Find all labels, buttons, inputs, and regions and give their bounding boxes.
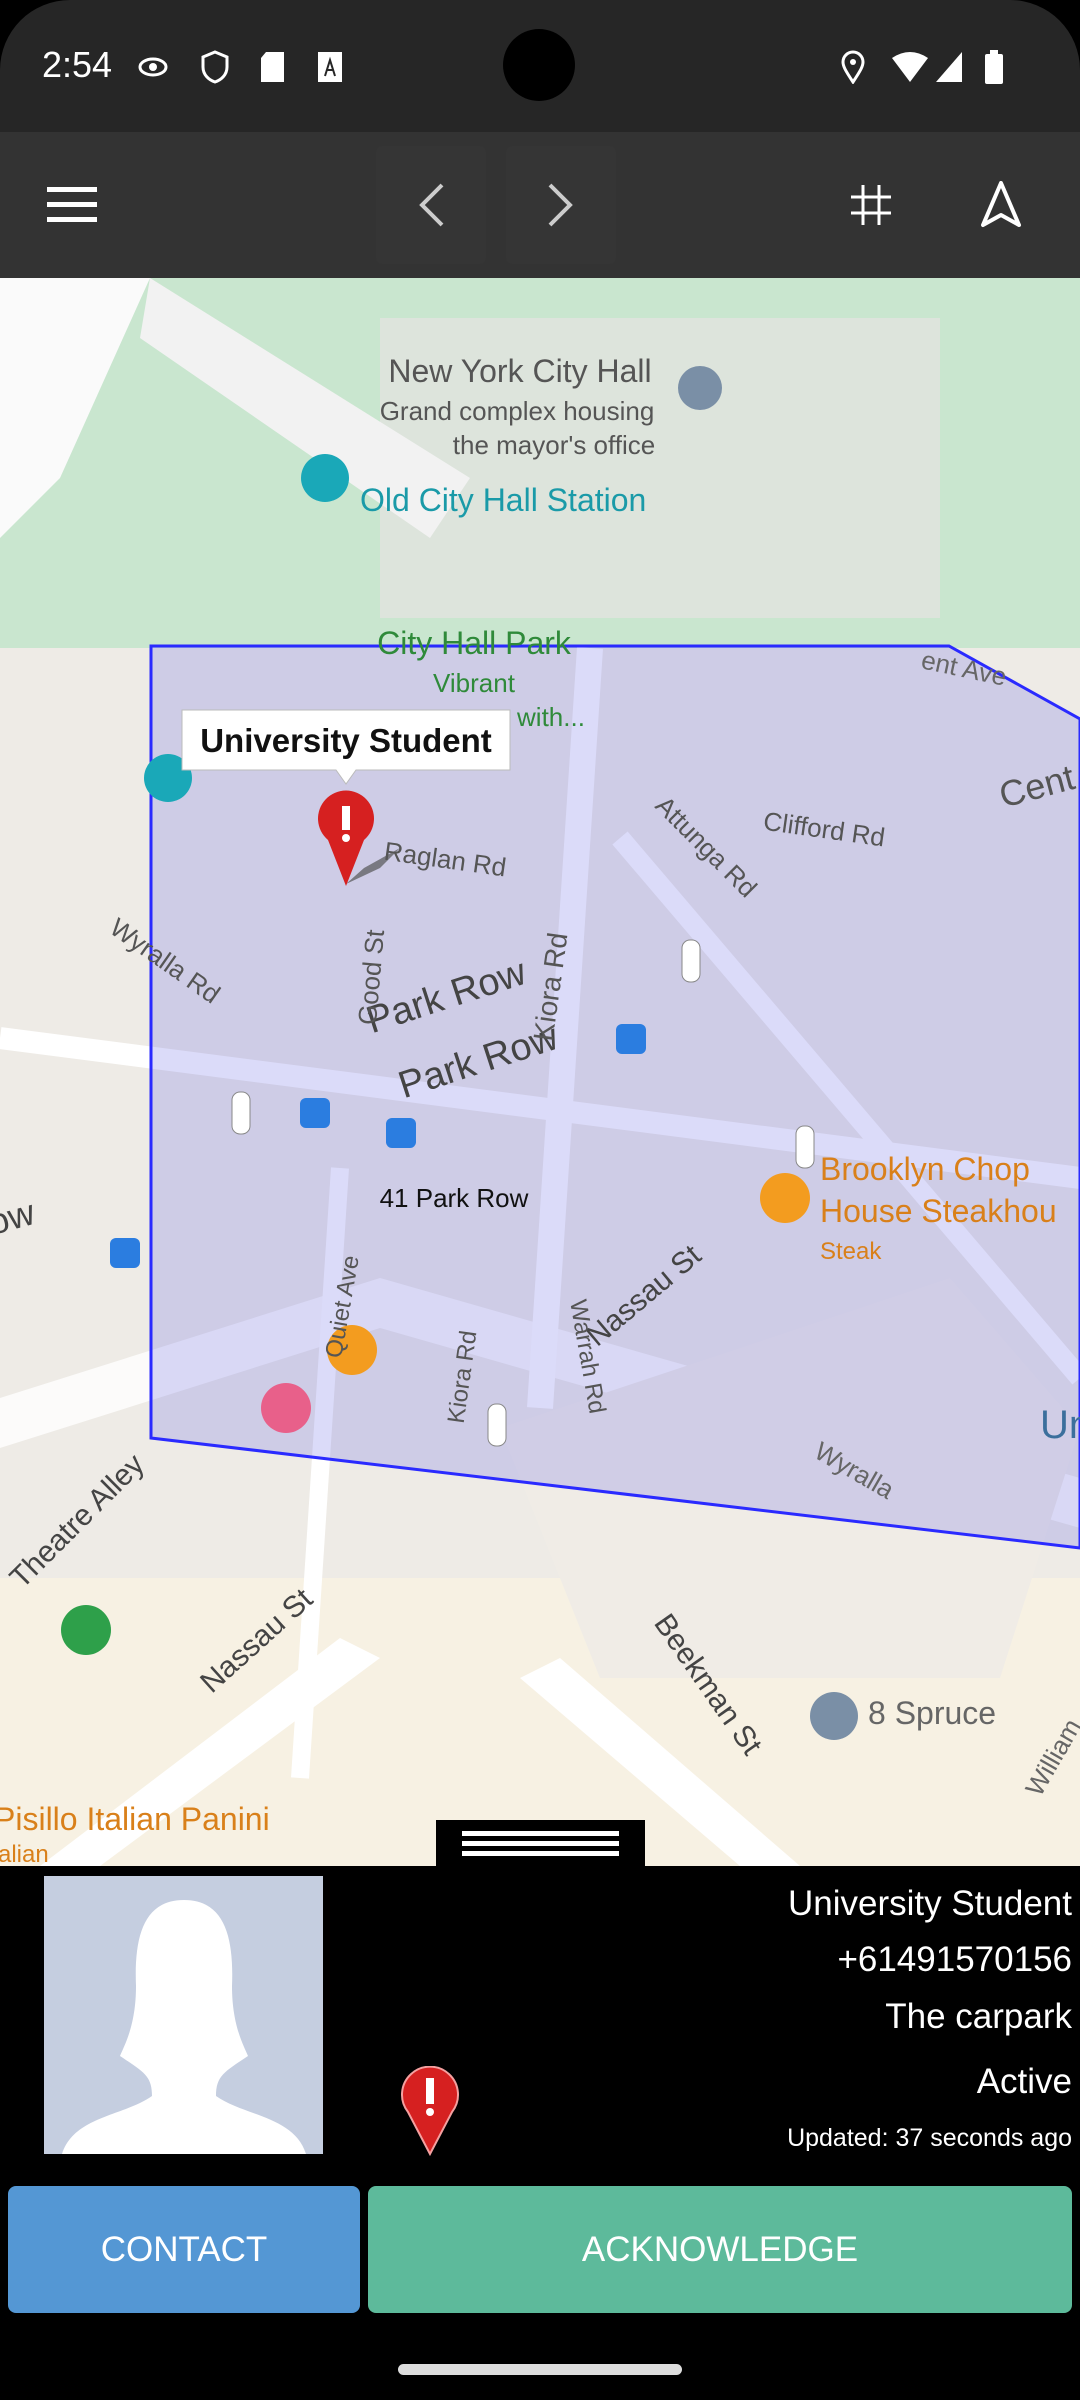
user-name: University Student — [787, 1884, 1072, 1923]
acknowledge-button[interactable]: ACKNOWLEDGE — [368, 2186, 1072, 2313]
map-label: with... — [516, 702, 585, 732]
place-icon[interactable] — [810, 1692, 858, 1740]
map-label: 8 Spruce — [868, 1695, 996, 1731]
eye-icon — [138, 57, 168, 77]
map-label: Un — [1040, 1403, 1080, 1447]
map-view[interactable]: New York City Hall Grand complex housing… — [0, 278, 1080, 1866]
restaurant-icon[interactable] — [760, 1173, 810, 1223]
landmark-icon[interactable] — [678, 366, 722, 410]
tooltip-title: University Student — [200, 722, 492, 759]
street-label: Theatre Alley — [4, 1448, 151, 1595]
a-badge-icon — [318, 52, 342, 82]
navigation-arrow-icon — [981, 181, 1021, 227]
alert-status: Active — [976, 2062, 1072, 2101]
exclamation-icon — [342, 806, 350, 830]
wifi-icon — [892, 52, 928, 82]
street-label: ow — [0, 1191, 40, 1243]
map-label: Grand complex housing — [380, 396, 655, 426]
user-location: The carpark — [885, 1997, 1072, 2036]
next-button[interactable] — [506, 146, 616, 264]
bus-stop-icon[interactable] — [110, 1238, 140, 1268]
map-label: Pisillo Italian Panini — [0, 1801, 270, 1837]
location-icon — [841, 50, 865, 84]
grid-icon — [851, 185, 891, 225]
toolbar — [0, 132, 1080, 278]
home-gesture-bar[interactable] — [398, 2364, 682, 2375]
map-label: the mayor's office — [453, 430, 655, 460]
battery-icon — [985, 50, 1003, 84]
transit-station-icon[interactable] — [301, 454, 349, 502]
traffic-light-icon — [487, 1403, 507, 1447]
map-label: New York City Hall — [388, 353, 651, 389]
address-label: 41 Park Row — [380, 1183, 529, 1213]
menu-button[interactable] — [18, 146, 128, 264]
hotel-icon[interactable] — [261, 1383, 311, 1433]
park-place-icon[interactable] — [61, 1605, 111, 1655]
map-label: Old City Hall Station — [360, 482, 646, 518]
traffic-light-icon — [681, 939, 701, 983]
alert-pin-icon — [401, 2066, 459, 2156]
clock: 2:54 — [42, 44, 113, 85]
bus-stop-icon[interactable] — [386, 1118, 416, 1148]
map-label: House Steakhou — [820, 1193, 1057, 1229]
previous-button[interactable] — [376, 146, 486, 264]
map-label: Steak — [820, 1238, 882, 1265]
navigation-button[interactable] — [946, 146, 1056, 264]
user-phone[interactable]: +61491570156 — [837, 1940, 1072, 1980]
traffic-light-icon — [795, 1125, 815, 1169]
map-label: Brooklyn Chop — [820, 1151, 1030, 1187]
traffic-light-icon — [231, 1091, 251, 1135]
contact-button[interactable]: CONTACT — [8, 2186, 360, 2313]
menu-icon — [47, 187, 97, 222]
drawer-drag-handle[interactable] — [436, 1820, 645, 1866]
signal-icon — [936, 52, 962, 82]
map-label: Vibrant — [433, 668, 516, 698]
last-updated: Updated: 37 seconds ago — [787, 2124, 1072, 2152]
user-detail-panel: University Student +61491570156 The carp… — [0, 1866, 1080, 2400]
camera-cutout — [503, 29, 575, 101]
chevron-left-icon — [419, 183, 444, 227]
chevron-right-icon — [548, 183, 573, 227]
shield-icon — [201, 50, 229, 84]
grid-button[interactable] — [816, 146, 926, 264]
map-label: alian — [0, 1841, 49, 1866]
avatar-placeholder-icon — [62, 1900, 306, 2154]
bus-stop-icon[interactable] — [616, 1024, 646, 1054]
avatar — [44, 1876, 323, 2154]
bus-stop-icon[interactable] — [300, 1098, 330, 1128]
sd-card-icon — [261, 52, 284, 82]
exclamation-dot — [342, 834, 350, 842]
map-label: City Hall Park — [377, 625, 572, 661]
status-bar: 2:54 — [0, 0, 1080, 132]
